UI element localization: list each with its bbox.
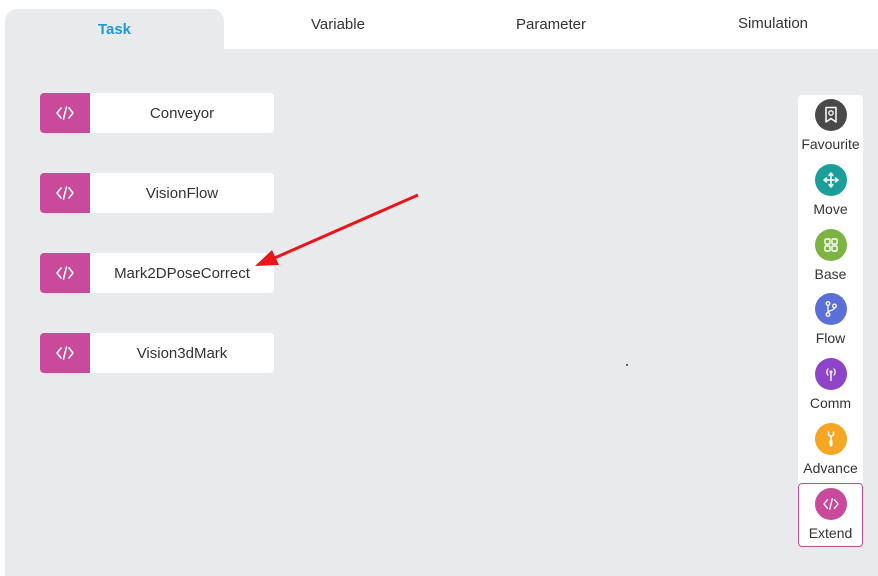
tab-variable[interactable]: Variable <box>230 0 446 49</box>
block-visionflow[interactable]: VisionFlow <box>40 173 274 213</box>
palette-item-comm[interactable]: Comm <box>798 354 863 416</box>
tab-label: Task <box>97 20 132 38</box>
code-icon <box>40 93 90 133</box>
code-icon <box>40 173 90 213</box>
antenna-icon <box>814 358 847 390</box>
wrench-icon <box>814 423 847 455</box>
palette-label: Flow <box>815 330 846 346</box>
palette-item-flow[interactable]: Flow <box>798 289 863 351</box>
bookmark-icon <box>814 99 847 131</box>
stray-dot <box>626 364 628 366</box>
grid-icon <box>814 229 847 261</box>
palette-label: Comm <box>809 395 852 411</box>
block-palette: Favourite Move Base Flow Comm Advance Ex… <box>798 95 863 547</box>
block-label: VisionFlow <box>145 184 219 202</box>
tab-label: Simulation <box>737 14 809 32</box>
block-conveyor[interactable]: Conveyor <box>40 93 274 133</box>
palette-item-extend[interactable]: Extend <box>798 483 863 547</box>
palette-item-advance[interactable]: Advance <box>798 419 863 481</box>
code-icon <box>40 253 90 293</box>
block-vision3dmark[interactable]: Vision3dMark <box>40 333 274 373</box>
tab-parameter[interactable]: Parameter <box>446 0 656 49</box>
palette-item-move[interactable]: Move <box>798 160 863 222</box>
palette-label: Favourite <box>801 136 860 152</box>
tab-bar: Task Variable Parameter Simulation <box>0 0 878 49</box>
move-icon <box>814 164 847 196</box>
tab-simulation[interactable]: Simulation <box>668 0 878 46</box>
palette-label: Move <box>813 201 848 217</box>
block-label: Vision3dMark <box>136 344 228 362</box>
block-label: Conveyor <box>149 104 215 122</box>
palette-label: Base <box>814 266 847 282</box>
code-icon <box>40 333 90 373</box>
palette-label: Extend <box>808 525 853 541</box>
palette-label: Advance <box>803 460 858 476</box>
tab-task[interactable]: Task <box>5 9 224 49</box>
code-icon <box>814 488 847 520</box>
block-label: Mark2DPoseCorrect <box>114 264 250 282</box>
branch-icon <box>814 293 847 325</box>
tab-label: Variable <box>311 16 365 33</box>
tab-label: Parameter <box>515 16 587 33</box>
palette-item-favourite[interactable]: Favourite <box>798 95 863 157</box>
block-mark2dposecorrect[interactable]: Mark2DPoseCorrect <box>40 253 274 293</box>
palette-item-base[interactable]: Base <box>798 225 863 287</box>
